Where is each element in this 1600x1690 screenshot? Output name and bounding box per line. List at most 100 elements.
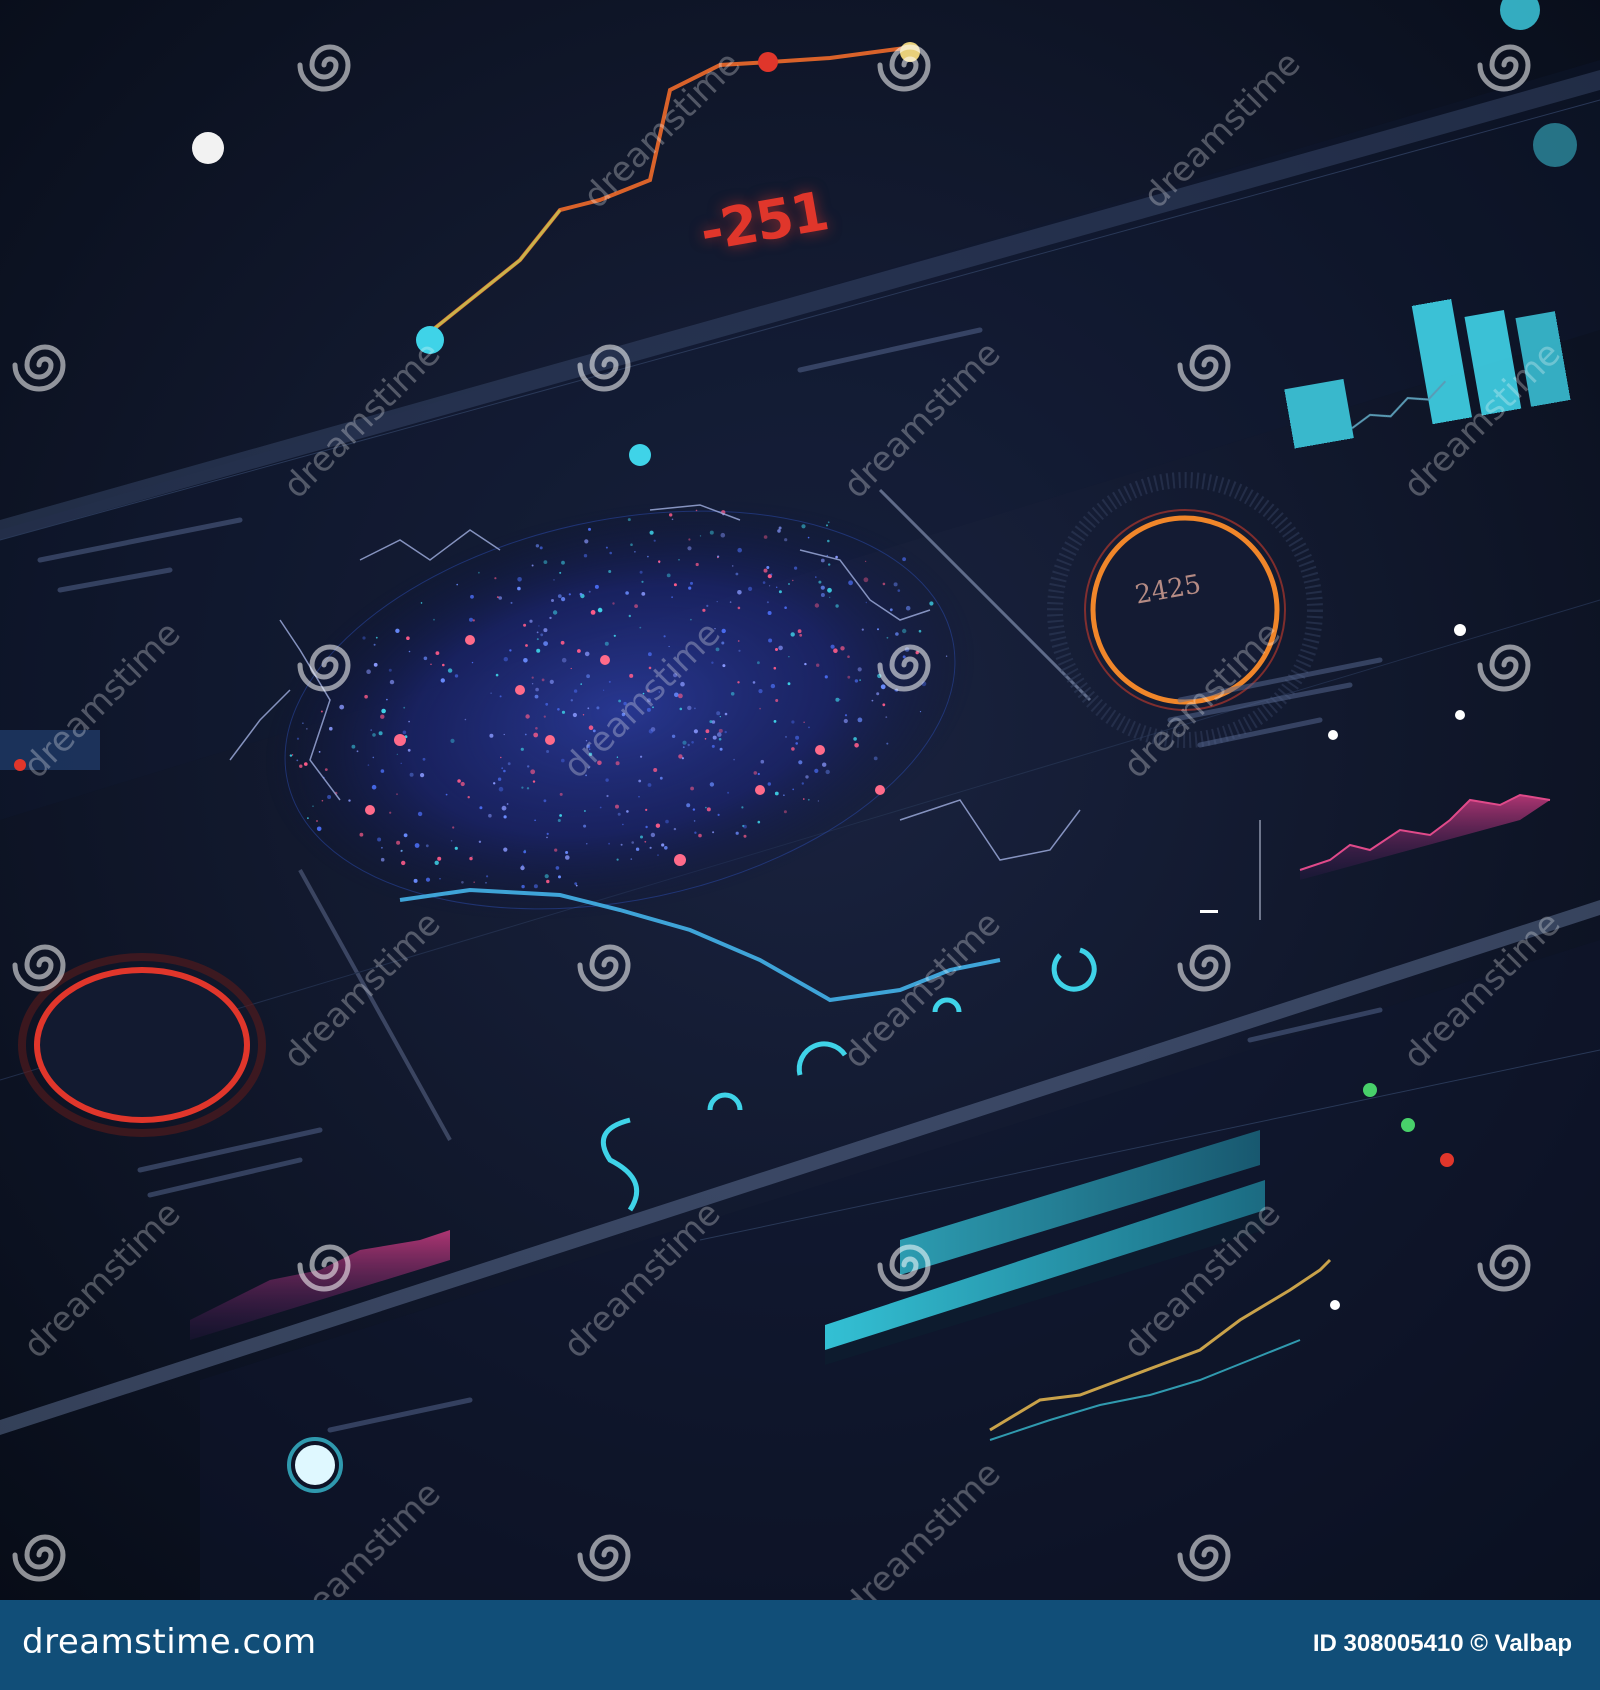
brain-node: [840, 646, 845, 651]
brain-node: [671, 734, 676, 738]
brain-node: [801, 524, 806, 529]
watermark-swirl-icon: [295, 30, 365, 100]
brain-node: [609, 551, 612, 555]
brain-node: [737, 590, 742, 595]
brain-node: [546, 836, 548, 839]
brain-node: [843, 718, 848, 724]
brain-node: [882, 582, 886, 586]
watermark-swirl-icon: [10, 330, 80, 400]
brain-node: [720, 532, 726, 538]
brain-node: [640, 835, 643, 839]
brain-node: [724, 730, 727, 734]
brain-node: [729, 601, 732, 603]
brain-node: [864, 560, 867, 563]
brain-node: [673, 827, 677, 831]
brain-node: [818, 580, 822, 584]
brain-node: [454, 674, 459, 678]
brain-node: [650, 832, 656, 838]
brain-node: [543, 641, 548, 646]
brain-node: [709, 782, 715, 787]
brain-node: [471, 855, 473, 857]
brain-node: [686, 803, 691, 808]
watermark-swirl-icon: [875, 30, 945, 100]
brain-node: [608, 680, 611, 683]
brain-node: [640, 755, 643, 758]
brain-node: [561, 560, 565, 565]
brain-node: [688, 586, 692, 590]
brain-node: [292, 754, 294, 756]
brain-node: [815, 576, 817, 578]
brain-node: [608, 570, 612, 573]
brain-node: [312, 805, 314, 807]
brain-node: [641, 592, 646, 596]
brain-node: [882, 703, 886, 707]
brain-node: [546, 832, 549, 836]
brain-node: [803, 721, 805, 723]
brain-node: [380, 714, 385, 719]
brain-node: [661, 843, 665, 847]
brain-node: [647, 555, 649, 558]
brain-node: [380, 769, 385, 773]
brain-node: [783, 810, 787, 814]
brain-node: [469, 617, 473, 622]
brain-node: [658, 560, 661, 563]
brain-node: [757, 661, 760, 665]
brain-node: [409, 772, 414, 777]
brain-node: [641, 580, 644, 583]
brain-node: [709, 720, 713, 724]
brain-node: [447, 668, 453, 673]
brain-node: [638, 795, 640, 798]
brain-node: [439, 878, 441, 880]
brain-node: [690, 581, 693, 585]
brain-node: [501, 767, 504, 770]
brain-node: [408, 720, 410, 723]
brain-node: [719, 747, 723, 751]
brain-node: [634, 551, 636, 553]
brain-node: [893, 582, 898, 587]
brain-node: [644, 840, 647, 843]
brain-node: [854, 679, 859, 683]
brain-node: [737, 640, 740, 642]
brain-node: [847, 675, 851, 679]
watermark-swirl-icon: [1175, 330, 1245, 400]
brain-node: [797, 629, 802, 634]
brain-node: [403, 833, 408, 838]
brain-node: [693, 820, 696, 822]
brain-node: [844, 714, 848, 717]
brain-node: [630, 858, 633, 860]
watermark-swirl-icon: [575, 330, 645, 400]
brain-node: [788, 656, 790, 658]
brain-node: [763, 568, 768, 573]
brain-node: [827, 587, 832, 593]
brain-node: [730, 692, 735, 696]
watermark-swirl-icon: [575, 930, 645, 1000]
brain-node: [471, 661, 474, 664]
brain-node: [586, 843, 588, 845]
brain-node: [396, 753, 398, 756]
brain-node: [479, 806, 483, 810]
brain-node: [503, 847, 508, 852]
brain-node: [678, 693, 683, 699]
brain-node: [388, 668, 392, 672]
brain-node: [671, 596, 673, 599]
brain-node: [536, 648, 541, 653]
footer-brand[interactable]: dreamstime.com: [22, 1622, 317, 1662]
brain-node: [659, 776, 663, 780]
brain-node: [798, 760, 803, 765]
brain-node: [561, 710, 566, 714]
brain-node: [524, 733, 527, 736]
brain-node: [557, 819, 561, 822]
brain-node: [529, 619, 533, 623]
brain-node: [820, 585, 825, 590]
brain-node: [682, 740, 687, 745]
brain-node: [470, 594, 474, 599]
brain-node: [735, 831, 739, 835]
brain-node: [553, 579, 555, 581]
brain-node: [679, 707, 683, 711]
brain-node: [792, 579, 794, 582]
brain-node: [538, 625, 540, 627]
brain-node: [829, 596, 831, 598]
brain-node: [498, 786, 504, 792]
brain-node: [627, 518, 631, 522]
brain-node: [560, 640, 565, 645]
